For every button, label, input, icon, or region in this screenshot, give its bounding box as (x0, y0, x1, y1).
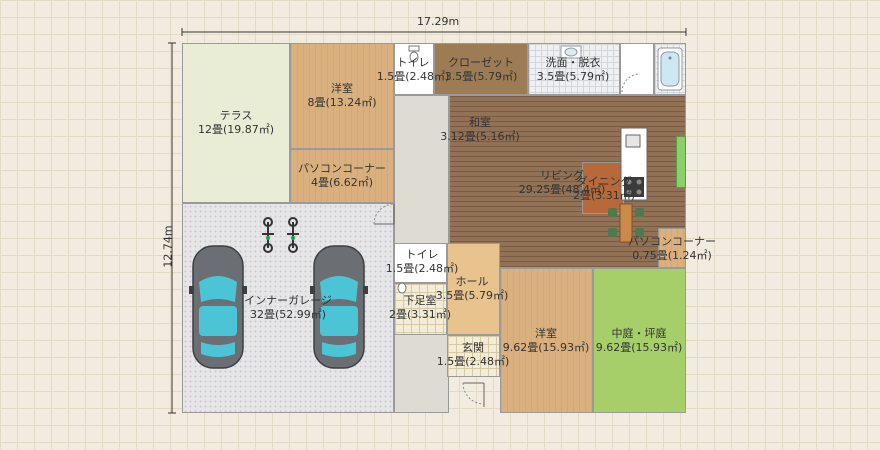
bicycle-icon (262, 217, 274, 253)
door-swing-icon-washroom (621, 73, 641, 93)
door-swing-icon (373, 203, 395, 225)
room-hall[interactable] (447, 243, 500, 335)
dining-table-icon (608, 203, 644, 243)
car-icon-2 (310, 245, 368, 369)
car-icon (189, 245, 247, 369)
floor-plan: 17.29m 12.74m テラス 12畳(19.87㎡) 洋室 8畳(13.2… (0, 0, 880, 450)
sink-icon (560, 45, 582, 59)
room-pc-corner-north[interactable] (290, 149, 394, 203)
bicycle-icon-2 (287, 217, 299, 253)
cabinet-icon (676, 136, 686, 188)
room-western-north[interactable] (290, 43, 394, 149)
toilet-icon (408, 45, 420, 63)
room-entrance[interactable] (447, 335, 500, 377)
dimension-width: 17.29m (417, 15, 460, 28)
kitchen-counter-icon (620, 127, 648, 201)
dimension-height: 12.74m (161, 225, 175, 268)
bathtub-icon (657, 47, 683, 91)
room-terrace[interactable] (182, 43, 290, 203)
toilet-icon-south (397, 282, 407, 294)
room-closet[interactable] (434, 43, 528, 95)
room-courtyard[interactable] (593, 268, 686, 413)
room-toilet-south[interactable] (394, 243, 447, 283)
door-swing-icon-entrance (462, 382, 485, 407)
room-western-south[interactable] (500, 268, 593, 413)
room-pc-corner-east[interactable] (658, 228, 686, 268)
